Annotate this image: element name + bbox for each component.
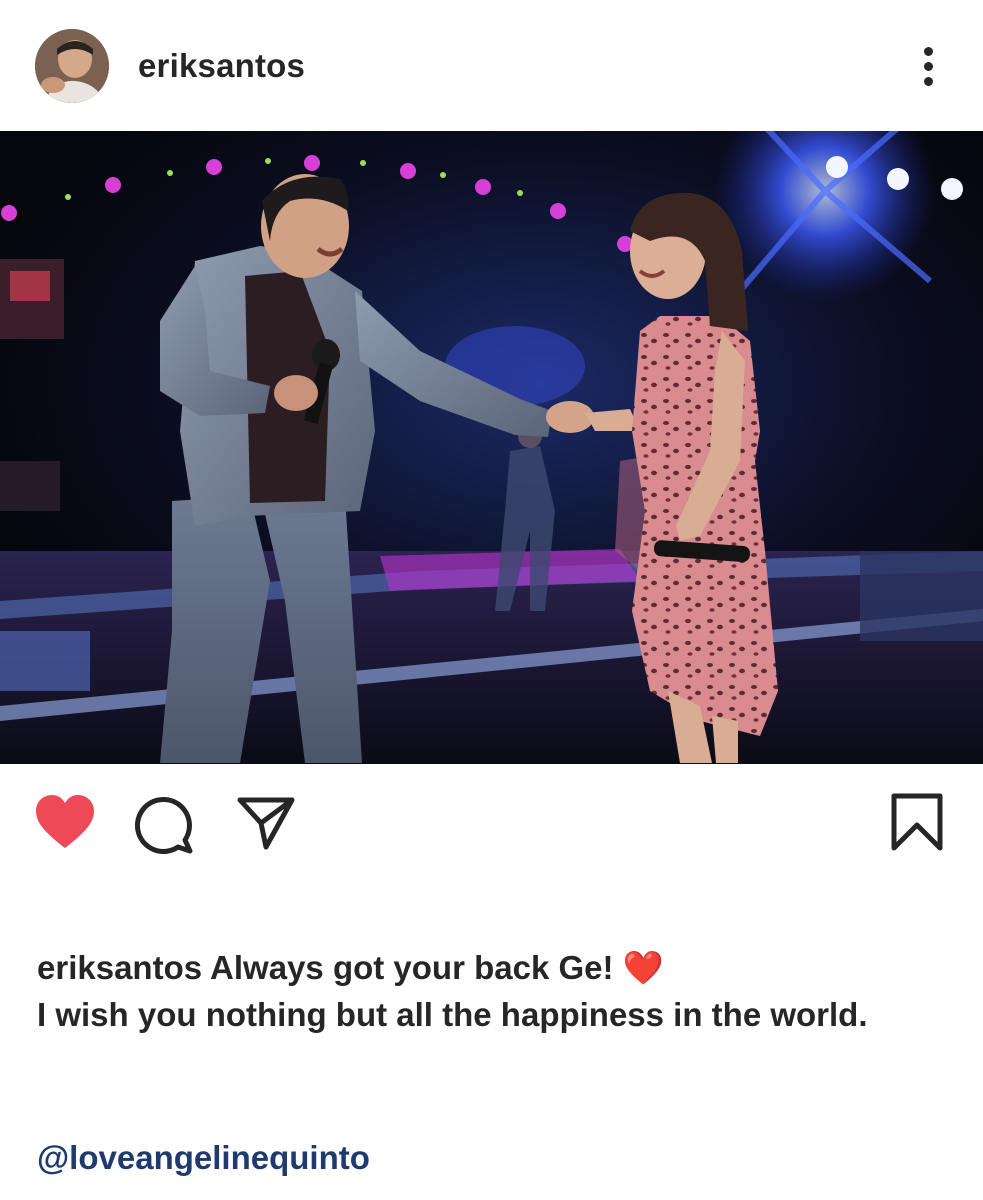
post-caption: eriksantos Always got your back Ge! ❤️ I… bbox=[37, 944, 937, 1038]
caption-mention-link[interactable]: @loveangelinequinto bbox=[37, 1136, 370, 1180]
save-button[interactable] bbox=[890, 792, 944, 852]
paper-plane-icon bbox=[237, 797, 295, 850]
avatar[interactable] bbox=[35, 29, 109, 103]
like-button[interactable] bbox=[34, 794, 96, 850]
heart-emoji-icon: ❤️ bbox=[622, 949, 664, 986]
caption-text-line1: Always got your back Ge! bbox=[210, 949, 614, 986]
comment-icon bbox=[135, 797, 193, 854]
more-dot bbox=[923, 61, 933, 71]
more-vertical-icon bbox=[923, 46, 933, 56]
share-button[interactable] bbox=[236, 796, 296, 850]
post-photo[interactable] bbox=[0, 131, 983, 764]
post-header: eriksantos bbox=[0, 0, 983, 131]
post-author-username[interactable]: eriksantos bbox=[138, 46, 305, 86]
caption-text-rest: I wish you nothing but all the happiness… bbox=[37, 996, 868, 1033]
comment-button[interactable] bbox=[135, 794, 197, 854]
caption-username[interactable]: eriksantos bbox=[37, 949, 202, 986]
bookmark-icon bbox=[891, 793, 943, 851]
more-dot bbox=[923, 76, 933, 86]
heart-filled-icon bbox=[36, 795, 94, 848]
more-options-button[interactable] bbox=[905, 40, 951, 92]
action-bar bbox=[0, 764, 983, 884]
